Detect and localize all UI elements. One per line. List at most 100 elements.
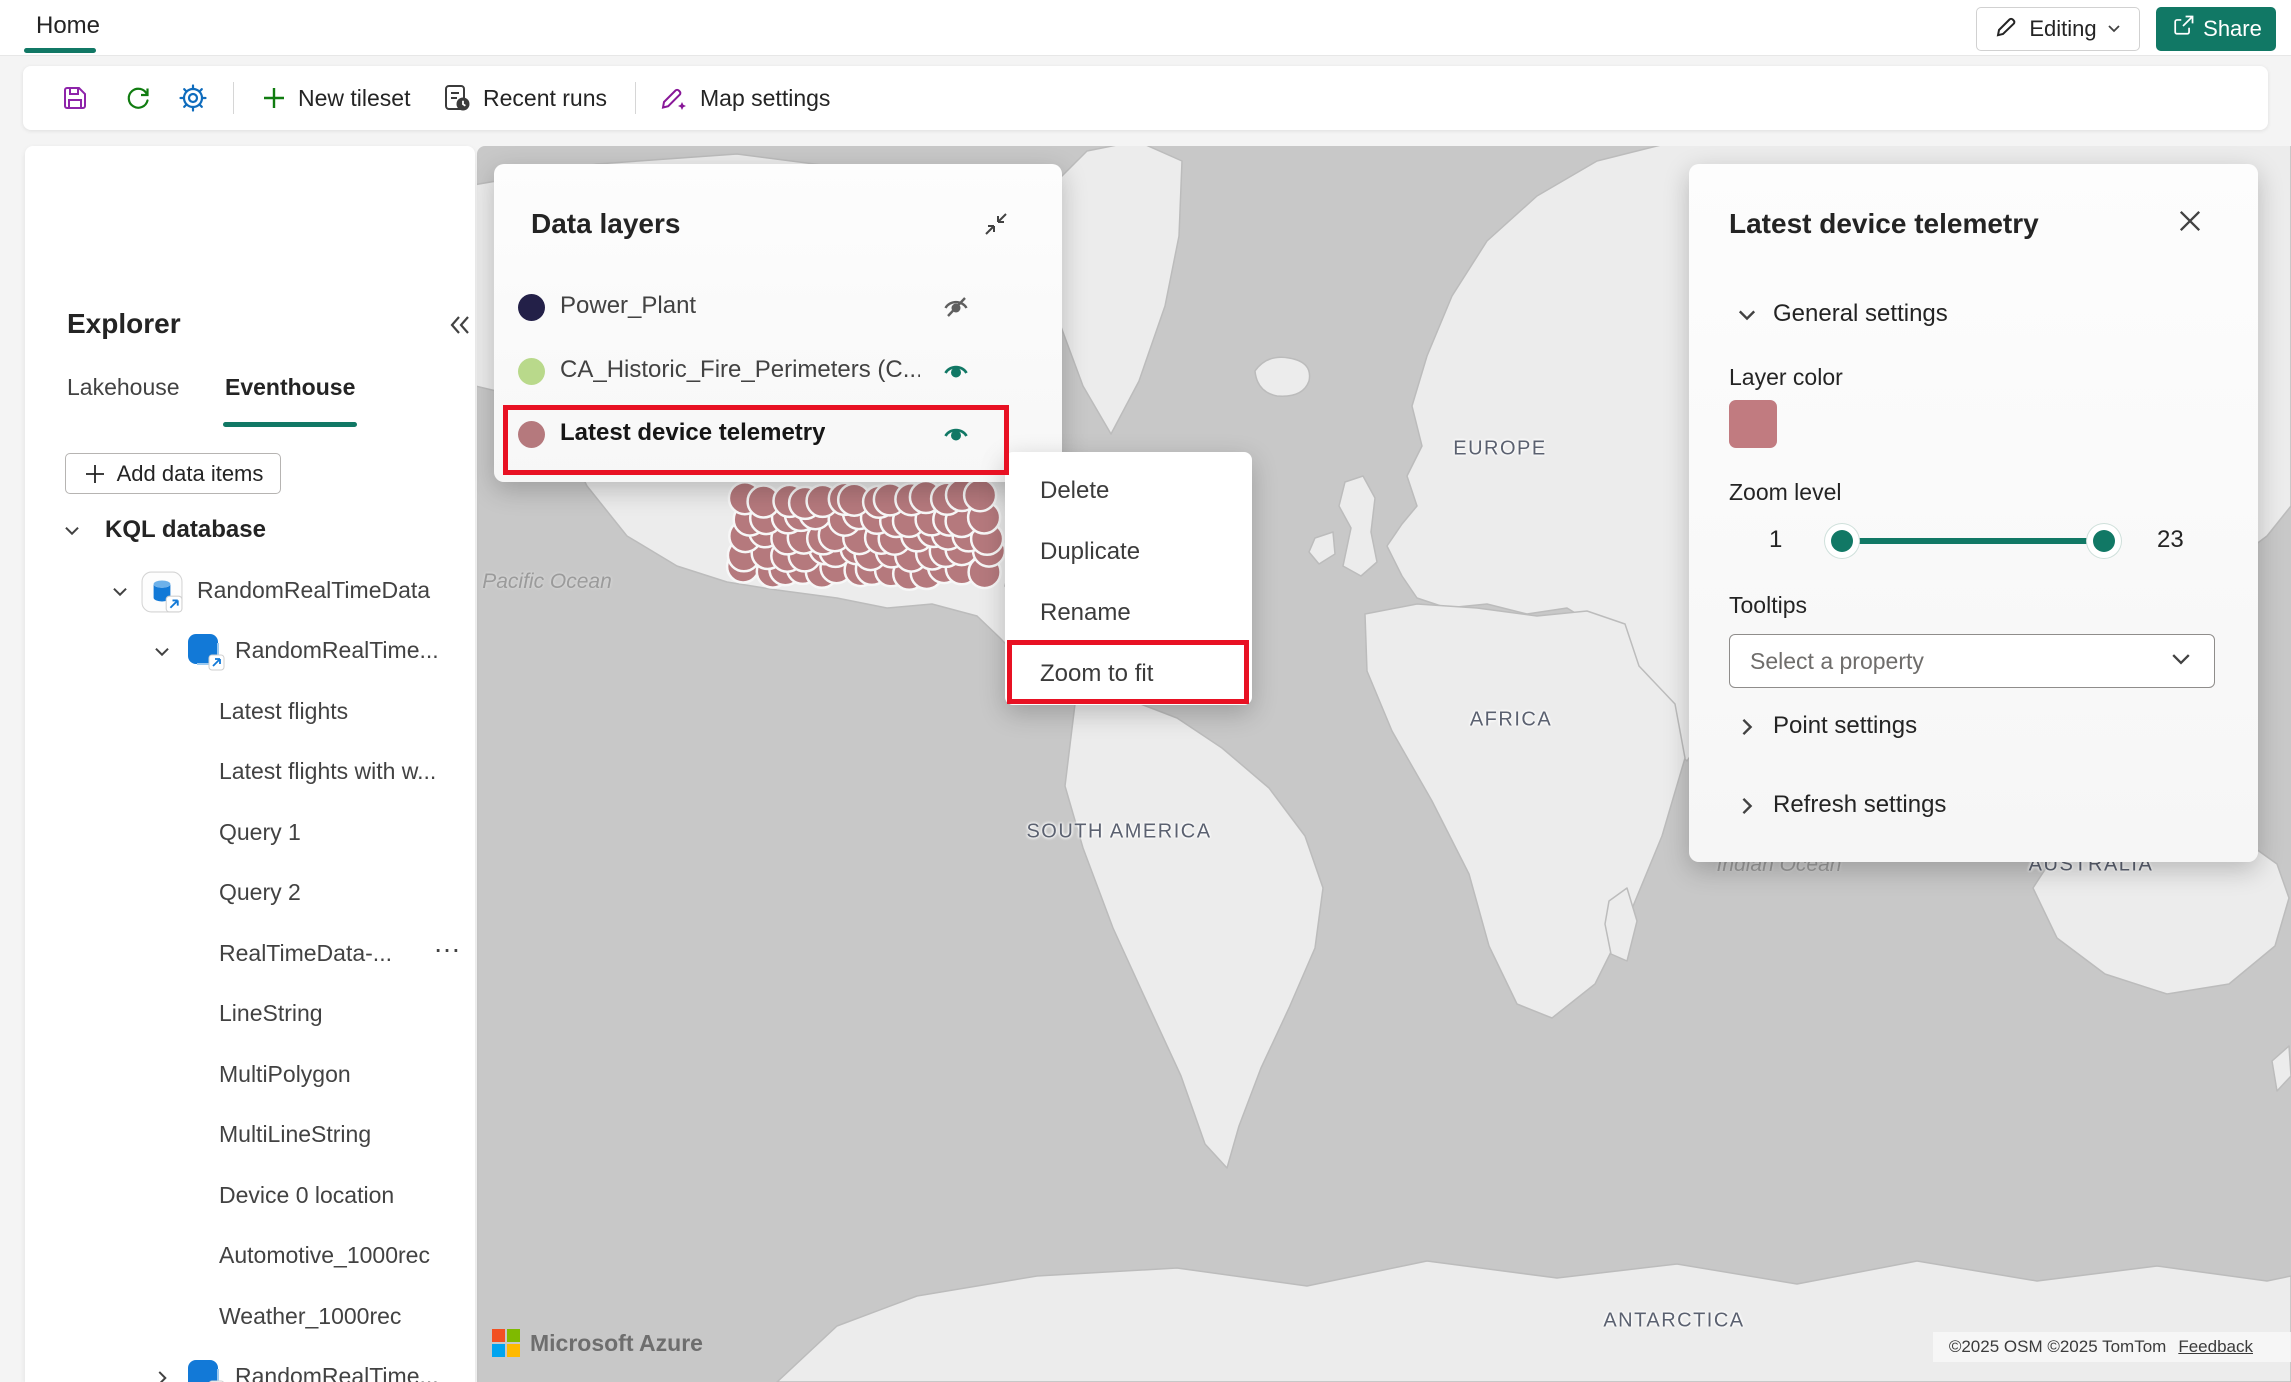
copyright-text: ©2025 OSM ©2025 TomTom xyxy=(1949,1337,2167,1357)
chevron-down-icon xyxy=(2106,16,2122,42)
toolbar-divider xyxy=(635,82,636,114)
zoom-max-value: 23 xyxy=(2157,526,2184,554)
layer-color-dot xyxy=(518,294,545,321)
chevron-down-icon[interactable] xyxy=(151,641,173,668)
tree-item-label: Query 1 xyxy=(219,819,301,846)
zoom-slider-handle-max[interactable] xyxy=(2087,524,2121,558)
save-icon xyxy=(61,84,89,112)
tree-item-label: Query 2 xyxy=(219,879,301,906)
data-layers-title: Data layers xyxy=(531,208,680,240)
tree-item-label: Weather_1000rec xyxy=(219,1303,401,1330)
visibility-off-icon[interactable] xyxy=(940,291,972,328)
add-data-items-button[interactable]: Add data items xyxy=(65,453,281,494)
general-settings-label: General settings xyxy=(1773,300,1948,328)
tree-item-linestring[interactable]: LineString xyxy=(25,985,475,1045)
explorer-sidebar: Explorer Lakehouse Eventhouse Add data i… xyxy=(25,146,475,1382)
settings-button[interactable] xyxy=(178,66,208,130)
close-icon[interactable] xyxy=(2175,206,2205,241)
visibility-on-icon[interactable] xyxy=(940,418,972,455)
layer-row-ca-historic-fire-perimeters-c[interactable]: CA_Historic_Fire_Perimeters (C... xyxy=(494,339,1062,403)
tree-item-latest-flights-with-w[interactable]: Latest flights with w... xyxy=(25,743,475,803)
tree-item-randomrealtime[interactable]: RandomRealTime... xyxy=(25,622,475,682)
tab-home[interactable]: Home xyxy=(24,0,112,52)
section-general-settings[interactable]: General settings xyxy=(1689,291,2258,339)
visibility-on-icon[interactable] xyxy=(940,355,972,392)
tree-item-weather-1000rec[interactable]: Weather_1000rec xyxy=(25,1288,475,1348)
collapse-panel-icon[interactable] xyxy=(982,210,1010,243)
tree-item-label: RealTimeData-... xyxy=(219,940,392,967)
point-settings-label: Point settings xyxy=(1773,712,1917,740)
table-icon xyxy=(185,1357,225,1382)
layer-settings-panel: Latest device telemetry General settings… xyxy=(1689,164,2258,862)
tooltips-property-dropdown[interactable]: Select a property xyxy=(1729,634,2215,688)
tree-item-automotive-1000rec[interactable]: Automotive_1000rec xyxy=(25,1227,475,1287)
toolbar-divider xyxy=(233,82,234,114)
tree-item-realtimedata[interactable]: RealTimeData-... … xyxy=(25,925,475,985)
save-button[interactable] xyxy=(61,66,89,130)
chevron-right-icon[interactable] xyxy=(151,1367,173,1382)
tree-item-latest-flights[interactable]: Latest flights xyxy=(25,683,475,743)
tree-item-label: MultiPolygon xyxy=(219,1061,351,1088)
share-button[interactable]: Share xyxy=(2156,7,2276,51)
tree-item-label: Automotive_1000rec xyxy=(219,1242,430,1269)
zoom-level-label: Zoom level xyxy=(1729,479,1841,506)
section-point-settings[interactable]: Point settings xyxy=(1689,703,2258,751)
map-toolbar: New tileset Recent runs Map settings xyxy=(23,66,2268,130)
menu-item-rename[interactable]: Rename xyxy=(1005,582,1252,643)
tree-item-label: Device 0 location xyxy=(219,1182,394,1209)
tree-item-label: RandomRealTime... xyxy=(235,1363,439,1382)
layer-name: Power_Plant xyxy=(560,292,696,320)
tree-item-kql-database[interactable]: KQL database xyxy=(25,501,475,561)
layer-row-latest-device-telemetry[interactable]: Latest device telemetry xyxy=(494,402,1062,466)
tree-item-device-0-location[interactable]: Device 0 location xyxy=(25,1167,475,1227)
tree-item-query-1[interactable]: Query 1 xyxy=(25,804,475,864)
section-refresh-settings[interactable]: Refresh settings xyxy=(1689,782,2258,830)
refresh-button[interactable] xyxy=(124,66,152,130)
layer-row-power-plant[interactable]: Power_Plant xyxy=(494,275,1062,339)
layer-color-dot xyxy=(518,421,545,448)
azure-brand-text: Microsoft Azure xyxy=(530,1330,703,1357)
menu-item-delete[interactable]: Delete xyxy=(1005,460,1252,521)
layer-name: CA_Historic_Fire_Perimeters (C... xyxy=(560,356,920,384)
recent-runs-label: Recent runs xyxy=(483,85,607,112)
settings-panel-title: Latest device telemetry xyxy=(1729,208,2039,240)
chevron-right-icon xyxy=(1735,715,1759,744)
new-tileset-button[interactable]: New tileset xyxy=(261,66,410,130)
new-tileset-label: New tileset xyxy=(298,85,410,112)
tree-item-multilinestring[interactable]: MultiLineString xyxy=(25,1106,475,1166)
layer-color-dot xyxy=(518,358,545,385)
menu-item-duplicate[interactable]: Duplicate xyxy=(1005,521,1252,582)
tree-item-randomrealtime[interactable]: RandomRealTime... xyxy=(25,1348,475,1382)
tooltips-dropdown-placeholder: Select a property xyxy=(1750,648,1924,675)
menu-item-zoom-to-fit[interactable]: Zoom to fit xyxy=(1005,643,1252,704)
tab-eventhouse[interactable]: Eventhouse xyxy=(225,374,355,401)
tree-item-multipolygon[interactable]: MultiPolygon xyxy=(25,1046,475,1106)
add-data-items-label: Add data items xyxy=(117,461,264,487)
layer-color-swatch[interactable] xyxy=(1729,400,1777,448)
zoom-slider-handle-min[interactable] xyxy=(1825,524,1859,558)
tree-item-randomrealtimedata[interactable]: RandomRealTimeData xyxy=(25,562,475,622)
more-options-icon[interactable]: … xyxy=(433,927,463,959)
zoom-slider-track[interactable] xyxy=(1842,538,2104,544)
tree-item-label: Latest flights xyxy=(219,698,348,725)
tree-item-label: KQL database xyxy=(105,516,266,544)
gear-icon xyxy=(178,83,208,113)
refresh-settings-label: Refresh settings xyxy=(1773,791,1946,819)
recent-runs-button[interactable]: Recent runs xyxy=(442,66,607,130)
plus-icon xyxy=(261,85,287,111)
plus-icon xyxy=(83,462,107,486)
tab-lakehouse[interactable]: Lakehouse xyxy=(67,374,180,401)
editing-mode-button[interactable]: Editing xyxy=(1976,7,2140,51)
tree-item-query-2[interactable]: Query 2 xyxy=(25,864,475,924)
home-tab-active-underline xyxy=(24,48,96,53)
refresh-icon xyxy=(124,84,152,112)
feedback-link[interactable]: Feedback xyxy=(2178,1337,2253,1357)
eventhouse-tab-active-underline xyxy=(223,422,357,427)
share-label: Share xyxy=(2203,16,2262,42)
map-settings-button[interactable]: Map settings xyxy=(659,66,830,130)
chevron-down-icon[interactable] xyxy=(109,581,131,608)
pencil-icon xyxy=(1994,13,2020,45)
layer-name: Latest device telemetry xyxy=(560,419,825,447)
collapse-sidebar-icon[interactable] xyxy=(445,310,475,345)
chevron-down-icon[interactable] xyxy=(61,520,83,547)
